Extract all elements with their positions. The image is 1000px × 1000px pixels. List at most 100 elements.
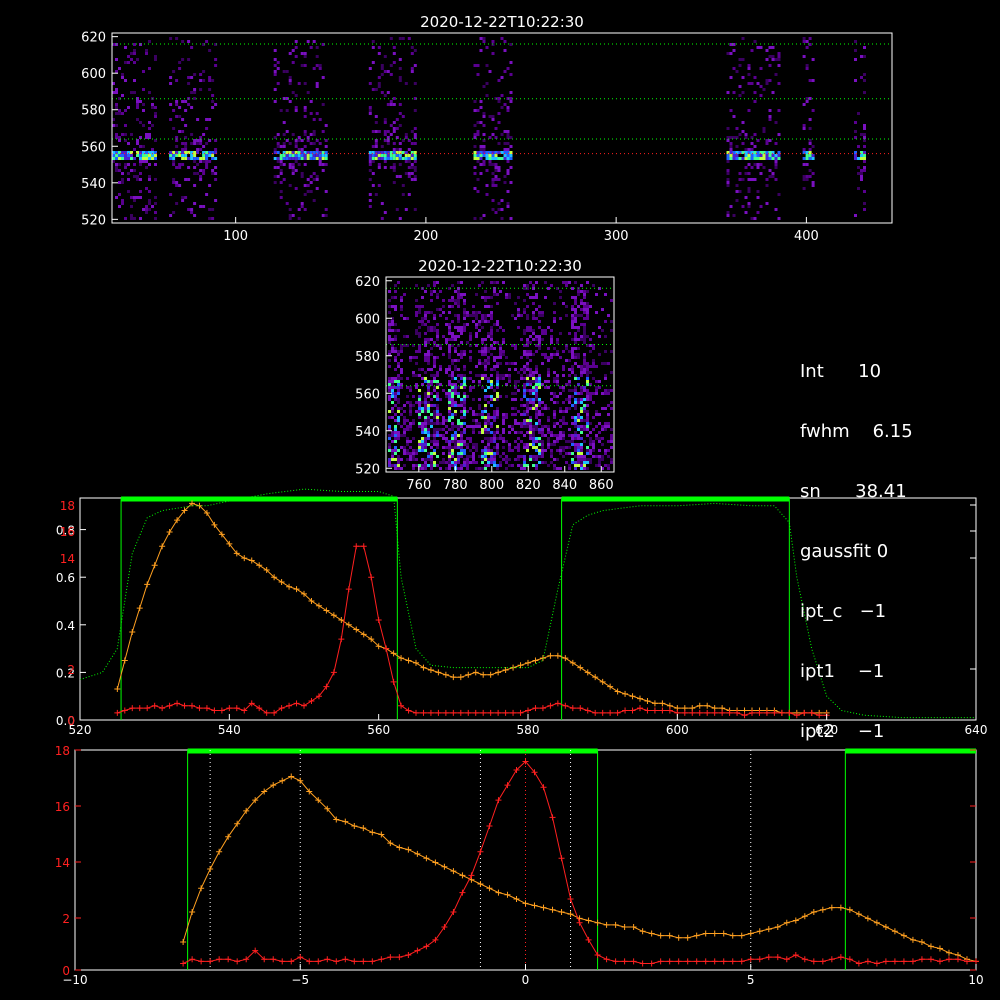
heatmap-1-ytick-label-4: 600 [355,312,380,327]
line-panel-3-red-point-53 [657,958,664,965]
line-panel-2-red-point-81 [719,709,726,716]
line-panel-3-orange-point-6 [234,820,241,827]
fit-info-panel: Int 10 fwhm 6.15 sn 38.41 gaussfit 0 ipt… [800,322,913,762]
line-panel-2-red-point-71 [644,707,651,714]
line-panel-2-orange-point-56 [532,657,539,664]
line-panel-3-red-point-80 [900,958,907,965]
heatmap-0-ytick-label-1: 540 [81,177,106,192]
line-panel-3-red-point-24 [396,954,403,961]
heatmap-0-xtick-label-0: 100 [223,229,248,244]
line-panel-3-orange-point-47 [603,921,610,928]
line-panel-3-orange-point-71 [819,906,826,913]
line-panel-3-red-point-77 [873,960,880,967]
line-panel-2-xtick-label-6: 640 [965,723,988,737]
line-panel-2-red-point-64 [592,709,599,716]
line-panel-3-orange-point-49 [621,924,628,930]
line-panel-3-red-point-26 [414,947,421,954]
line-panel-3-red-point-64 [756,956,763,963]
line-panel-3-orange-point-56 [684,934,691,941]
heatmap-1-ytick-label-5: 620 [355,275,380,290]
line-panel-3-red-point-51 [639,960,646,967]
heatmap-1-xtick-label-1: 780 [443,478,468,493]
line-panel-3-red-point-47 [603,956,610,963]
line-panel-2-orange-point-40 [413,659,419,666]
line-panel-2-orange-point-6 [159,543,166,550]
line-panel-3-red-point-13 [297,954,304,961]
line-panel-3-orange-point-30 [450,868,457,875]
line-panel-2-red-point-56 [532,705,539,712]
line-panel-3-red-point-20 [360,958,367,965]
line-panel-2-orange-point-60 [562,655,569,662]
line-panel-2-red-point-80 [711,709,718,716]
line-panel-3-orange-point-45 [585,917,592,924]
line-panel-2-orange-point-50 [487,671,494,678]
line-panel-2-red-point-34 [368,574,375,581]
info-row-ipt-c: ipt_c −1 [800,601,887,622]
line-panel-3-orange-point-39 [531,902,538,909]
line-panel-3-orange-point-12 [288,773,295,780]
line-panel-2-orange-point-59 [554,652,561,659]
line-panel-2-red-point-39 [405,707,412,714]
line-panel-2-red-point-49 [480,709,487,716]
line-panel-3-red-point-82 [918,956,925,963]
line-panel-2-red-point-47 [465,709,472,716]
line-panel-2-orange-point-33 [360,631,367,638]
line-panel-3-xtick-label-1: −5 [291,973,309,987]
heatmap-1-xtick-label-4: 840 [552,478,577,493]
line-panel-3-red-point-32 [468,872,475,879]
line-panel-2-red-point-89 [778,709,785,716]
line-panel-3-red-point-78 [882,958,889,965]
heatmap-1-xtick-label-0: 760 [406,478,431,493]
line-panel-3-orange-point-11 [279,777,286,784]
line-panel-3-orange-point-69 [801,913,808,920]
line-panel-3-orange-point-63 [747,930,754,937]
line-panel-3-red-point-84 [936,958,943,965]
line-panel-2-orange-point-46 [457,674,464,681]
line-panel-3-red-point-48 [612,958,619,965]
line-panel-2-red-point-50 [487,709,494,716]
line-panel-3-orange-point-62 [738,932,745,939]
line-panel-2-orange-point-45 [450,674,457,681]
line-panel-2-orange-point-71 [644,697,651,704]
line-panel-3-orange-point-61 [729,932,736,939]
line-panel-3-orange-point-76 [864,915,871,922]
line-panel-2-red-point-36 [383,645,390,652]
line-panel-3-orange-point-68 [792,917,799,924]
line-panel-3-red-point-72 [828,956,835,963]
line-panel-3-orange-point-4 [216,848,223,855]
line-panel-3-orange-point-35 [495,889,502,896]
line-panel-3-orange-point-41 [549,906,556,913]
line-panel-3-red-point-42 [558,855,565,862]
line-panel-2-orange-point-3 [136,605,143,612]
line-panel-2-red-point-68 [622,707,629,714]
line-panel-3-orange-point-42 [558,908,565,915]
line-panel-2-red-point-44 [442,709,449,716]
line-panel-2-orange-point-17 [241,555,248,562]
line-panel-2-red-point-35 [375,617,382,624]
line-panel-2-red-point-6 [159,705,166,712]
line-panel-3-orange-point-26 [414,850,421,857]
line-panel-3-red-point-65 [765,954,772,961]
line-panel-3-orange-point-37 [513,896,520,903]
line-panel-2-orange-point-31 [345,621,352,628]
info-row-ipt2: ipt2 −1 [800,721,885,742]
line-panel-3-orange-point-0 [180,939,187,946]
line-panel-3-red-point-36 [504,782,511,789]
line-panel-2-orange-point-73 [659,700,666,707]
info-row-sn: sn 38.41 [800,481,907,502]
line-panel-2-red-ytick-label-1: 2 [67,663,75,677]
heatmap-0-title: 2020-12-22T10:22:30 [420,13,584,31]
line-panel-2-orange-point-48 [472,669,479,676]
line-panel-2-series-red [117,545,827,716]
line-panel-2-orange-point-32 [353,626,360,633]
line-panel-3-orange-point-65 [765,926,772,933]
line-panel-2-red-point-24 [293,700,300,707]
line-panel-3-red-point-49 [621,958,628,965]
line-panel-2-red-point-1 [121,707,128,714]
line-panel-3-orange-point-34 [486,885,493,892]
line-panel-2-orange-point-63 [584,669,591,676]
line-panel-3-red-point-73 [837,954,844,961]
line-panel-3-red-point-11 [279,958,286,965]
line-panel-2-red-point-22 [278,705,285,712]
heatmap-0-xtick-label-3: 400 [794,229,819,244]
